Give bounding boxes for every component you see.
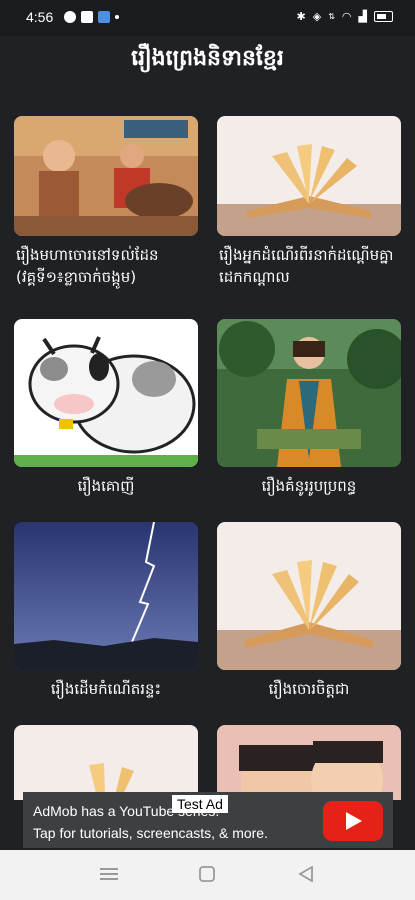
story-thumbnail[interactable] bbox=[14, 522, 198, 670]
story-title: រឿងមហាចោរនៅទល់ដែន (វគ្គទី១៖ខ្លាចាក់ចង្កូ… bbox=[16, 246, 159, 286]
story-thumbnail[interactable] bbox=[217, 116, 401, 236]
youtube-play-icon[interactable] bbox=[323, 801, 383, 841]
story-card[interactable] bbox=[14, 725, 198, 800]
test-ad-label: Test Ad bbox=[172, 795, 228, 813]
status-time: 4:56 bbox=[26, 9, 54, 25]
story-card[interactable]: រឿងដើមកំណើតរន្ទះ bbox=[14, 522, 198, 700]
story-thumbnail[interactable] bbox=[14, 319, 198, 467]
page-title: រឿងព្រេងនិទានខ្មែរ bbox=[131, 46, 284, 71]
story-title: រឿងដើមកំណើតរន្ទះ bbox=[50, 680, 162, 698]
back-icon[interactable] bbox=[298, 866, 314, 882]
status-bar: 4:56 ✱ ◈ ⇅ ◠ ▟ bbox=[0, 0, 415, 36]
story-card[interactable]: រឿងអ្នកដំណើរពីរនាក់ដណ្តើមគ្នាដេកកណ្តាល bbox=[217, 116, 401, 288]
menu-icon[interactable] bbox=[100, 866, 118, 882]
story-card[interactable]: រឿងមហាចោរនៅទល់ដែន (វគ្គទី១៖ខ្លាចាក់ចង្កូ… bbox=[14, 116, 198, 288]
data-speed-icon: ⇅ bbox=[328, 12, 335, 21]
battery-icon bbox=[374, 11, 393, 22]
story-thumbnail[interactable] bbox=[14, 116, 198, 236]
story-title: រឿងអ្នកដំណើរពីរនាក់ដណ្តើមគ្នាដេកកណ្តាល bbox=[219, 246, 394, 286]
story-card[interactable]: រឿងគោញី bbox=[14, 319, 198, 497]
story-title: រឿងគំនូររូបប្រពន្ធ bbox=[261, 477, 357, 495]
app-icon bbox=[81, 11, 93, 23]
vibrate-icon: ◈ bbox=[312, 10, 322, 23]
story-thumbnail[interactable] bbox=[217, 725, 401, 800]
wifi-icon: ◠ bbox=[341, 10, 352, 23]
bluetooth-icon: ✱ bbox=[296, 10, 306, 23]
signal-icon: ▟ bbox=[358, 10, 367, 23]
story-card[interactable]: រឿងគំនូររូបប្រពន្ធ bbox=[217, 319, 401, 497]
facebook-icon bbox=[64, 11, 76, 23]
app-icon bbox=[98, 11, 110, 23]
story-grid: រឿងមហាចោរនៅទល់ដែន (វគ្គទី១៖ខ្លាចាក់ចង្កូ… bbox=[0, 100, 415, 800]
home-icon[interactable] bbox=[199, 866, 215, 882]
ad-line: AdMob has a YouTube series! bbox=[33, 803, 220, 819]
story-card[interactable]: រឿងចោរចិត្តជា bbox=[217, 522, 401, 700]
story-thumbnail[interactable] bbox=[217, 319, 401, 467]
ad-line: Tap for tutorials, screencasts, & more. bbox=[33, 825, 268, 841]
story-thumbnail[interactable] bbox=[14, 725, 198, 800]
story-title: រឿងគោញី bbox=[77, 477, 135, 495]
system-icons: ✱ ◈ ⇅ ◠ ▟ bbox=[297, 10, 393, 23]
notification-icons bbox=[64, 11, 119, 23]
story-title: រឿងចោរចិត្តជា bbox=[268, 680, 350, 698]
story-thumbnail[interactable] bbox=[217, 522, 401, 670]
navigation-bar bbox=[0, 850, 415, 900]
more-notifications-icon bbox=[115, 15, 119, 19]
story-card[interactable] bbox=[217, 725, 401, 800]
ad-text: AdMob has a YouTube series! Tap for tuto… bbox=[33, 800, 268, 844]
